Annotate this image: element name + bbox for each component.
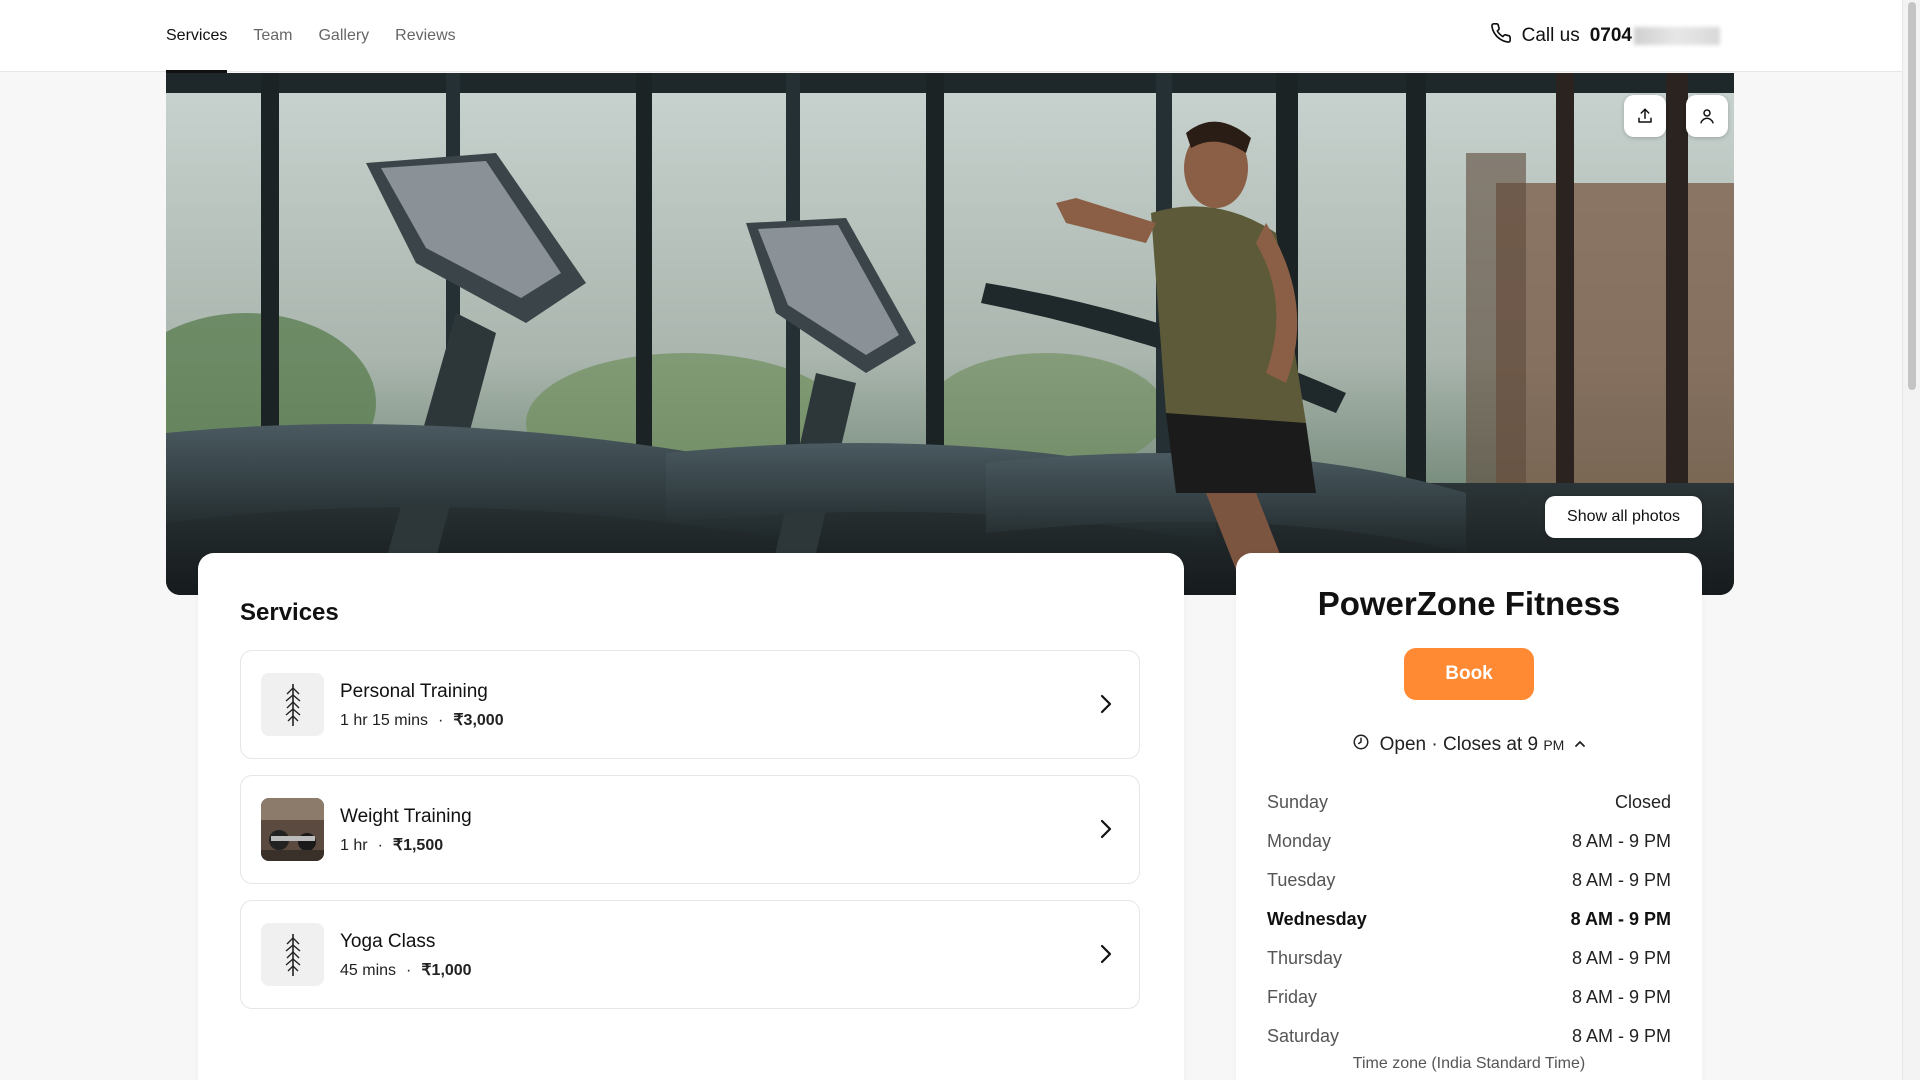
hero-photo[interactable]: Show all photos	[166, 73, 1734, 595]
status-text: Open · Closes at 9 PM	[1379, 734, 1565, 755]
phone-number: 0704	[1590, 25, 1720, 47]
services-card: Services Personal Training 1 hr 15 mins ·…	[198, 553, 1184, 1080]
share-icon	[1636, 107, 1654, 125]
service-item-yoga-class[interactable]: Yoga Class 45 mins · ₹1,000	[240, 900, 1140, 1009]
service-meta: 45 mins · ₹1,000	[340, 962, 472, 979]
tab-gallery[interactable]: Gallery	[318, 0, 369, 72]
service-meta: 1 hr · ₹1,500	[340, 837, 444, 854]
hours-row-sunday: Sunday Closed	[1267, 792, 1671, 812]
chevron-right-icon	[1099, 818, 1113, 845]
hours-row-tuesday: Tuesday 8 AM - 9 PM	[1267, 870, 1671, 890]
hours-row-wednesday: Wednesday 8 AM - 9 PM	[1267, 909, 1671, 929]
services-heading: Services	[240, 599, 339, 626]
timezone-note: Time zone (India Standard Time)	[1352, 1055, 1586, 1072]
service-name: Weight Training	[340, 806, 472, 827]
show-all-photos-button[interactable]: Show all photos	[1545, 496, 1702, 538]
tab-team[interactable]: Team	[253, 0, 292, 72]
hours-row-thursday: Thursday 8 AM - 9 PM	[1267, 948, 1671, 968]
user-icon	[1698, 107, 1716, 125]
redacted-digits	[1634, 26, 1720, 45]
chevron-up-icon	[1574, 734, 1586, 756]
placeholder-tree-icon	[261, 673, 324, 736]
scrollbar-thumb[interactable]	[1908, 2, 1916, 390]
chevron-right-icon	[1099, 943, 1113, 970]
tab-services[interactable]: Services	[166, 0, 228, 73]
gym-treadmill-illustration	[166, 73, 1734, 595]
service-name: Personal Training	[340, 681, 488, 702]
top-nav: Services Team Gallery Reviews Call us 07…	[0, 0, 1902, 73]
hours-row-friday: Friday 8 AM - 9 PM	[1267, 987, 1671, 1007]
business-name: PowerZone Fitness	[1317, 585, 1621, 622]
tab-reviews[interactable]: Reviews	[395, 0, 455, 72]
gym-photo-thumbnail	[261, 798, 324, 861]
chevron-right-icon	[1099, 693, 1113, 720]
hours-row-saturday: Saturday 8 AM - 9 PM	[1267, 1026, 1671, 1046]
profile-button[interactable]	[1686, 95, 1728, 137]
call-us-link[interactable]: Call us 0704	[1490, 0, 1720, 72]
share-button[interactable]	[1624, 95, 1666, 137]
clock-icon	[1352, 733, 1370, 757]
book-button[interactable]: Book	[1404, 648, 1534, 700]
service-meta: 1 hr 15 mins · ₹3,000	[340, 712, 504, 729]
section-tabs: Services Team Gallery Reviews	[166, 0, 456, 73]
phone-icon	[1490, 22, 1512, 50]
hours-row-monday: Monday 8 AM - 9 PM	[1267, 831, 1671, 851]
service-name: Yoga Class	[340, 931, 436, 952]
opening-status-toggle[interactable]: Open · Closes at 9 PM	[1236, 733, 1702, 757]
opening-hours-list: Sunday Closed Monday 8 AM - 9 PM Tuesday 8 …	[1267, 783, 1671, 1056]
placeholder-tree-icon	[261, 923, 324, 986]
business-info-card: PowerZone Fitness Book Open · Closes at …	[1236, 553, 1702, 1080]
page-scrollbar[interactable]	[1902, 0, 1920, 1080]
service-item-personal-training[interactable]: Personal Training 1 hr 15 mins · ₹3,000	[240, 650, 1140, 759]
service-item-weight-training[interactable]: Weight Training 1 hr · ₹1,500	[240, 775, 1140, 884]
call-us-label: Call us	[1521, 25, 1580, 46]
